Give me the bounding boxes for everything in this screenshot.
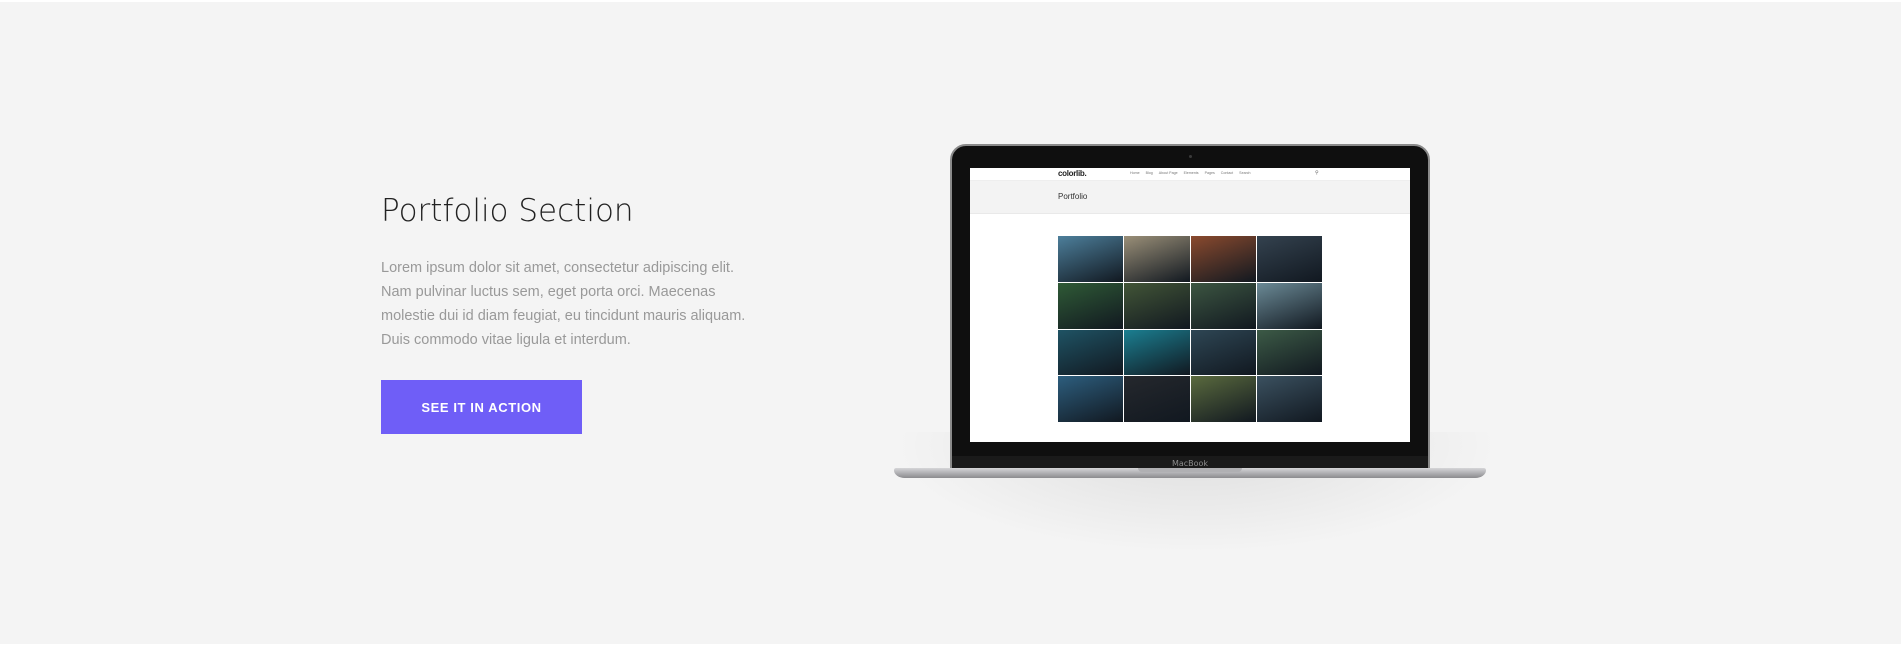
screen-menu: Home Blog About Page Elements Pages Cont… <box>1130 171 1251 175</box>
screen-menu-item: About Page <box>1158 171 1178 175</box>
screen-portfolio-grid <box>1058 236 1322 422</box>
screen-navbar: colorlib. Home Blog About Page Elements … <box>970 168 1410 181</box>
screen-page-title: Portfolio <box>1058 192 1088 201</box>
portfolio-thumbnail <box>1058 376 1124 422</box>
screen-menu-item: Blog <box>1145 171 1153 175</box>
portfolio-thumbnail <box>1256 376 1322 422</box>
screen-page-header: Portfolio <box>970 181 1410 214</box>
portfolio-thumbnail <box>1058 236 1124 282</box>
portfolio-thumbnail <box>1058 329 1124 376</box>
section-description: Lorem ipsum dolor sit amet, consectetur … <box>381 260 746 348</box>
portfolio-thumbnail <box>1190 236 1256 282</box>
portfolio-thumbnail <box>1124 236 1190 282</box>
camera-dot <box>1189 155 1192 158</box>
text-column: Portfolio Section Lorem ipsum dolor sit … <box>381 192 761 352</box>
screen-menu-item: Search <box>1239 171 1251 175</box>
portfolio-thumbnail <box>1190 376 1256 422</box>
portfolio-section: Portfolio Section Lorem ipsum dolor sit … <box>0 0 1901 646</box>
portfolio-thumbnail <box>1124 282 1190 329</box>
laptop-lid: colorlib. Home Blog About Page Elements … <box>950 144 1430 474</box>
portfolio-thumbnail <box>1256 282 1322 329</box>
portfolio-thumbnail <box>1256 236 1322 282</box>
portfolio-thumbnail <box>1190 282 1256 329</box>
screen-menu-item: Contact <box>1220 171 1234 175</box>
laptop-screen: colorlib. Home Blog About Page Elements … <box>970 168 1410 442</box>
screen-menu-item: Pages <box>1204 171 1215 175</box>
portfolio-thumbnail <box>1124 376 1190 422</box>
screen-menu-item: Elements <box>1183 171 1199 175</box>
laptop-mockup: colorlib. Home Blog About Page Elements … <box>868 132 1524 562</box>
screen-logo: colorlib. <box>1058 169 1087 178</box>
section-title: Portfolio Section <box>381 193 634 229</box>
screen-menu-item: Home <box>1130 171 1140 175</box>
portfolio-thumbnail <box>1058 282 1124 329</box>
laptop-base <box>894 468 1486 478</box>
portfolio-thumbnail <box>1190 329 1256 376</box>
portfolio-thumbnail <box>1124 329 1190 376</box>
see-it-in-action-button[interactable]: SEE IT IN ACTION <box>381 380 582 434</box>
search-icon: ⚲ <box>1315 170 1319 176</box>
laptop-base-notch <box>1138 468 1242 472</box>
portfolio-thumbnail <box>1256 329 1322 376</box>
